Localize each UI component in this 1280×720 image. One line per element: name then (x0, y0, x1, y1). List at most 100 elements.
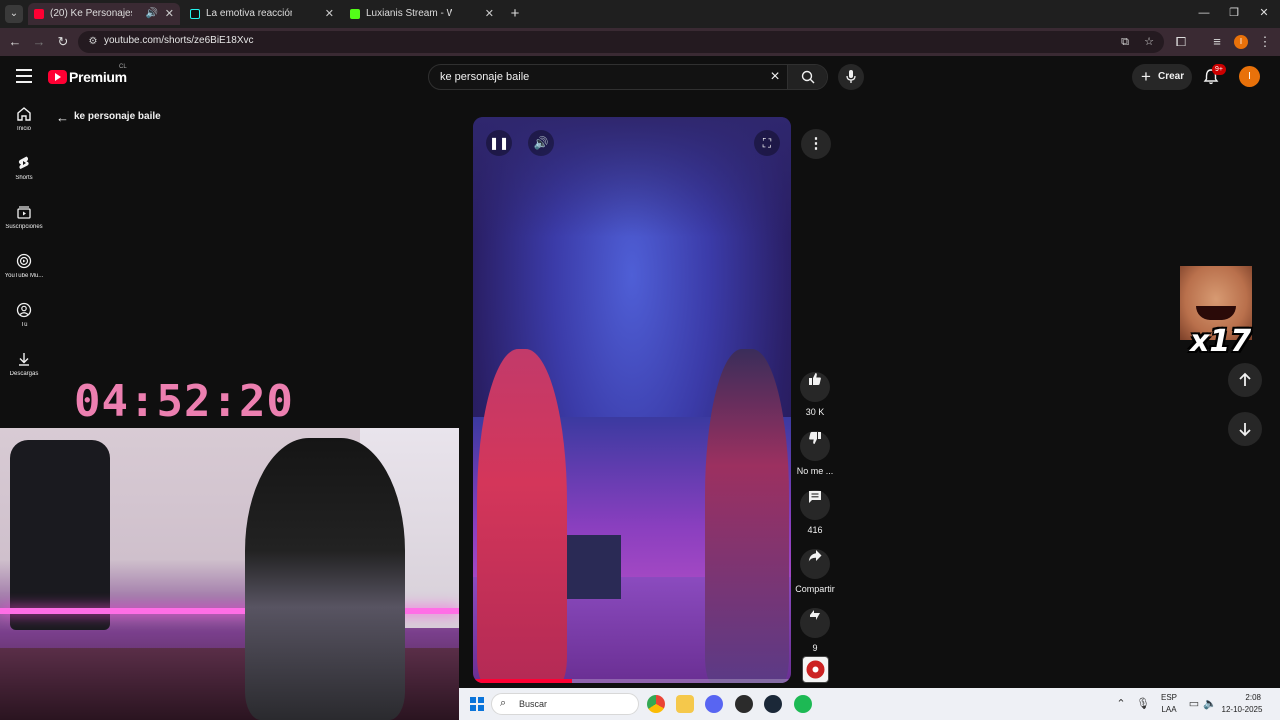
reload-button[interactable]: ↻ (54, 33, 72, 51)
search-icon: ⌕ (500, 697, 507, 709)
guide-label: Shorts (15, 175, 33, 181)
video-progress-bar[interactable] (473, 679, 791, 683)
webcam-overlay (0, 428, 459, 720)
create-button[interactable]: + Crear (1132, 64, 1192, 90)
notification-badge: 9+ (1212, 64, 1226, 75)
home-icon (17, 107, 31, 121)
browser-profile-avatar[interactable]: I (1234, 35, 1248, 49)
browser-menu-icon[interactable]: ⋮ (1256, 33, 1274, 51)
bookmark-star-icon[interactable]: ☆ (1142, 35, 1156, 49)
pause-button[interactable]: ❚❚ (486, 130, 512, 156)
share-label: Compartir (795, 584, 835, 594)
obs-icon[interactable] (735, 695, 753, 713)
remix-button[interactable]: 9 (785, 600, 845, 653)
remix-count: 9 (812, 643, 818, 653)
arrow-up-icon (1239, 372, 1251, 386)
shorts-video-player[interactable]: ❚❚ 🔊 ⛶ (473, 117, 791, 683)
tab-search-menu-button[interactable]: ⌄ (5, 5, 23, 23)
guide-menu-icon[interactable] (16, 69, 32, 83)
close-window-button[interactable]: ✕ (1254, 4, 1274, 22)
steam-icon[interactable] (764, 695, 782, 713)
video-performer-left (477, 349, 567, 683)
media-controls-icon[interactable]: ≡ (1208, 33, 1226, 51)
share-icon (808, 550, 822, 562)
extensions-icon[interactable]: ⧠ (1172, 33, 1190, 51)
dislike-label: No me ... (796, 466, 834, 476)
speaker-icon[interactable]: 🔊 (146, 3, 158, 25)
microphone-icon[interactable]: 🎙 (1136, 697, 1150, 711)
spotify-icon[interactable] (794, 695, 812, 713)
close-tab-icon[interactable]: ✕ (485, 3, 494, 25)
guide-item-suscripciones[interactable]: Suscripciones (0, 196, 48, 240)
discord-icon[interactable] (705, 695, 723, 713)
back-arrow-icon: ← (56, 110, 69, 125)
more-vertical-icon: ⋮ (808, 135, 824, 152)
sound-thumbnail[interactable] (802, 656, 829, 683)
search-input[interactable]: ke personaje baile (440, 71, 529, 83)
comment-icon (809, 491, 821, 503)
microphone-icon (846, 70, 856, 83)
taskbar-search-placeholder: Buscar (519, 699, 548, 709)
windows-start-icon[interactable] (470, 697, 484, 711)
comments-count: 416 (807, 525, 823, 535)
windows-taskbar: ⌕ Buscar ⌃ ESP LAA 🎙 ▭ 🔈 2:08 12-10-2025 (459, 688, 1280, 720)
video-performer-right (705, 349, 789, 683)
clear-search-icon[interactable]: × (767, 68, 783, 86)
url-text[interactable]: youtube.com/shorts/ze6BiE18Xvc (104, 35, 254, 46)
back-button[interactable]: ← (6, 33, 24, 51)
logo-country-code: CL (119, 64, 127, 70)
forward-button[interactable]: → (30, 33, 48, 51)
volume-icon: 🔊 (533, 136, 549, 150)
guide-label: Descargas (9, 371, 39, 377)
file-explorer-icon[interactable] (676, 695, 694, 713)
youtube-play-icon (48, 70, 67, 84)
screen: ⌄ (20) Ke Personajes en coqu 🔊 ✕ La emot… (0, 0, 1280, 720)
account-avatar[interactable]: I (1239, 66, 1260, 87)
comments-button[interactable]: 416 (785, 482, 845, 535)
guide-item-descargas[interactable]: Descargas (0, 343, 48, 387)
taskbar-clock[interactable]: 2:08 12-10-2025 (1219, 693, 1265, 714)
restore-button[interactable]: ❐ (1224, 4, 1244, 22)
taskbar-search[interactable]: ⌕ Buscar (491, 693, 639, 715)
input-language[interactable]: ESP LAA (1157, 693, 1181, 714)
fullscreen-button[interactable]: ⛶ (754, 130, 780, 156)
guide-item-youtube-music[interactable]: YouTube Mu... (0, 245, 48, 289)
volume-icon[interactable]: 🔈 (1203, 697, 1217, 711)
youtube-icon (34, 9, 44, 19)
previous-short-button[interactable] (1228, 363, 1262, 397)
site-info-icon[interactable]: ⚙ (86, 35, 100, 49)
guide-item-tu[interactable]: Tú (0, 294, 48, 338)
new-tab-button[interactable]: + (506, 5, 524, 23)
next-short-button[interactable] (1228, 412, 1262, 446)
dislike-button[interactable]: No me ... (785, 423, 845, 476)
guide-item-inicio[interactable]: Inicio (0, 98, 48, 142)
like-button[interactable]: 30 K (785, 364, 845, 417)
guide-label: Suscripciones (5, 224, 43, 230)
tiktok-icon (190, 9, 200, 19)
tab-tiktok[interactable]: La emotiva reacción de mi hija ✕ (184, 3, 340, 25)
tab-youtube[interactable]: (20) Ke Personajes en coqu 🔊 ✕ (28, 3, 180, 25)
show-hidden-icons-chevron[interactable]: ⌃ (1114, 697, 1128, 711)
address-bar[interactable]: ⚙ youtube.com/shorts/ze6BiE18Xvc ⧉ ☆ (78, 31, 1164, 53)
browser-tab-strip: ⌄ (20) Ke Personajes en coqu 🔊 ✕ La emot… (0, 0, 1280, 28)
like-count: 30 K (805, 407, 825, 417)
close-tab-icon[interactable]: ✕ (165, 3, 174, 25)
search-box[interactable]: ke personaje baile × (428, 64, 828, 90)
emote-multiplier: x17 (1190, 324, 1252, 359)
close-tab-icon[interactable]: ✕ (325, 3, 334, 25)
voice-search-button[interactable] (838, 64, 864, 90)
thumbs-up-icon (809, 373, 821, 385)
install-app-icon[interactable]: ⧉ (1118, 35, 1132, 49)
lang-bottom: LAA (1161, 705, 1177, 714)
tab-kick[interactable]: Luxianis Stream - Watch Live o ✕ (344, 3, 500, 25)
youtube-music-icon (16, 253, 32, 269)
stream-emote-overlay: x17 (1180, 266, 1252, 359)
search-button[interactable] (787, 65, 827, 89)
share-button[interactable]: Compartir (785, 541, 845, 594)
chrome-icon[interactable] (647, 695, 665, 713)
volume-button[interactable]: 🔊 (528, 130, 554, 156)
guide-item-shorts[interactable]: Shorts (0, 147, 48, 191)
minimize-button[interactable]: — (1194, 4, 1214, 22)
more-options-button[interactable]: ⋮ (801, 129, 831, 159)
network-icon[interactable]: ▭ (1187, 697, 1201, 711)
